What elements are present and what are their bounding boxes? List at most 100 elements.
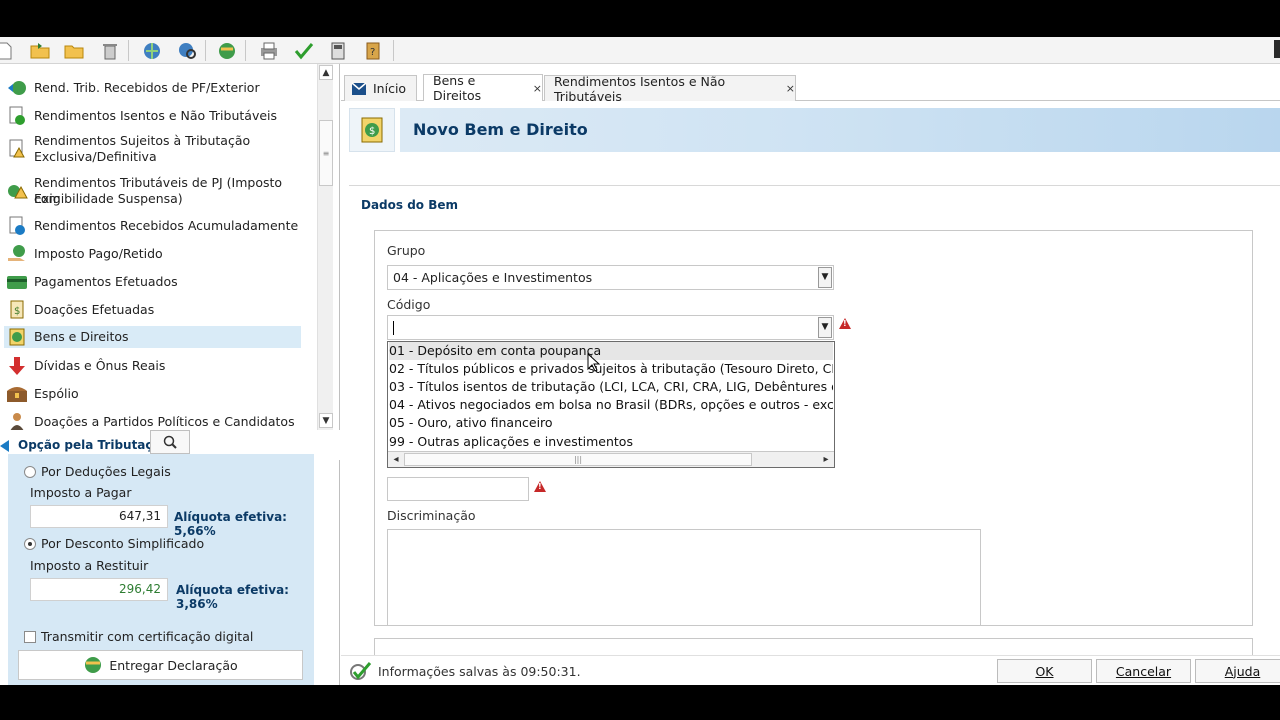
codigo-option[interactable]: 05 - Ouro, ativo financeiro xyxy=(389,414,833,432)
imposto-pagar-value: 647,31 xyxy=(30,505,168,528)
checkbox-box[interactable] xyxy=(24,630,36,643)
save-check-icon xyxy=(350,662,372,680)
sidebar-item-recebidos-acumuladamente[interactable]: Rendimentos Recebidos Acumuladamente xyxy=(4,216,301,236)
tab-bens-direitos[interactable]: Bens e Direitos × xyxy=(423,73,543,103)
sidebar-item-espolio[interactable]: Espólio xyxy=(4,384,301,404)
money-document-icon: $ xyxy=(6,300,28,320)
help-book-icon[interactable]: ? xyxy=(362,40,384,61)
page-title: Novo Bem e Direito xyxy=(413,120,588,139)
globe-transmit-icon[interactable] xyxy=(216,40,238,61)
sidebar-item-doacoes-partidos[interactable]: Doações a Partidos Políticos e Candidato… xyxy=(4,412,301,430)
scroll-thumb[interactable]: ≡ xyxy=(319,120,333,186)
opcao-panel: Por Deduções Legais Imposto a Pagar 647,… xyxy=(8,454,314,685)
status-text: Informações salvas às 09:50:31. xyxy=(378,664,581,679)
sidebar-item-label: Pagamentos Efetuados xyxy=(34,274,178,289)
tab-rendimentos-isentos[interactable]: Rendimentos Isentos e Não Tributáveis × xyxy=(544,73,796,104)
checkmark-icon[interactable] xyxy=(293,40,315,61)
sidebar-item-rendimentos-pj-suspensa[interactable]: Rendimentos Tributáveis de PJ (Imposto c… xyxy=(4,174,301,208)
discriminacao-label: Discriminação xyxy=(387,508,476,523)
globe-refresh-icon[interactable] xyxy=(141,40,163,61)
sidebar-item-label: Bens e Direitos xyxy=(34,329,129,344)
help-button[interactable]: Ajuda xyxy=(1195,659,1280,683)
ok-button[interactable]: OK xyxy=(997,659,1092,683)
folder-icon[interactable] xyxy=(63,40,85,61)
toolbar-grip xyxy=(1274,40,1280,58)
codigo-select[interactable]: ▼ xyxy=(387,315,834,340)
tab-label: Bens e Direitos xyxy=(433,73,482,103)
grupo-select[interactable]: 04 - Aplicações e Investimentos ▼ xyxy=(387,265,834,290)
globe-person-icon xyxy=(6,78,28,98)
main-area: Início Bens e Direitos × Rendimentos Ise… xyxy=(341,64,1280,685)
new-file-icon[interactable] xyxy=(0,40,16,61)
tab-label: Início xyxy=(373,81,407,96)
red-down-arrow-icon xyxy=(6,356,28,376)
open-folder-icon[interactable] xyxy=(29,40,51,61)
checkbox-certificacao-digital[interactable]: Transmitir com certificação digital xyxy=(24,629,253,644)
credit-card-icon xyxy=(6,272,28,292)
sidebar-item-rendimentos-isentos[interactable]: Rendimentos Isentos e Não Tributáveis xyxy=(4,106,301,126)
left-arrow-icon xyxy=(0,440,9,452)
radio-circle[interactable] xyxy=(24,465,36,478)
scroll-up-icon[interactable]: ▲ xyxy=(319,65,333,80)
money-safe-icon xyxy=(6,327,28,347)
scroll-down-icon[interactable]: ▼ xyxy=(319,413,333,428)
codigo-option[interactable]: 02 - Títulos públicos e privados sujeito… xyxy=(389,360,833,378)
aliquota-efetiva-deducoes: Alíquota efetiva: 5,66% xyxy=(174,510,287,538)
discriminacao-textarea[interactable] xyxy=(387,529,981,626)
sidebar-item-label: Rendimentos Recebidos Acumuladamente xyxy=(34,218,299,233)
scroll-left-icon[interactable]: ◂ xyxy=(388,452,404,467)
app-window: ? Rend. Trib. Recebidos de PF/Exterior R… xyxy=(0,37,1280,685)
sidebar-item-pagamentos[interactable]: Pagamentos Efetuados xyxy=(4,272,301,292)
codigo-label: Código xyxy=(387,297,431,312)
chevron-down-icon[interactable]: ▼ xyxy=(818,267,832,288)
codigo-option[interactable]: 03 - Títulos isentos de tributação (LCI,… xyxy=(389,378,833,396)
money-safe-icon: $ xyxy=(349,108,395,152)
scroll-thumb[interactable]: ||| xyxy=(404,453,752,466)
radio-desconto-simplificado[interactable]: Por Desconto Simplificado xyxy=(24,536,204,551)
sidebar-item-label: Rend. Trib. Recebidos de PF/Exterior xyxy=(34,80,260,95)
trash-icon[interactable] xyxy=(99,40,121,61)
sidebar-item-rendimentos-sujeitos[interactable]: Rendimentos Sujeitos à Tributação Exclus… xyxy=(4,132,301,166)
tab-inicio[interactable]: Início xyxy=(344,75,417,101)
dropdown-hscrollbar[interactable]: ◂ ||| ▸ xyxy=(388,451,834,467)
checkbox-label: Transmitir com certificação digital xyxy=(41,629,254,644)
chevron-down-icon[interactable]: ▼ xyxy=(818,317,832,338)
scroll-right-icon[interactable]: ▸ xyxy=(818,452,834,467)
codigo-dropdown-list[interactable]: 01 - Depósito em conta poupança 02 - Tít… xyxy=(387,341,835,468)
svg-text:$: $ xyxy=(369,126,375,137)
sidebar-scrollbar[interactable]: ▲ ≡ ▼ xyxy=(317,64,333,430)
printer-icon[interactable] xyxy=(258,40,280,61)
close-icon[interactable]: × xyxy=(786,82,795,95)
page-banner: $ Novo Bem e Direito xyxy=(349,108,1280,152)
sidebar-item-dividas[interactable]: Dívidas e Ônus Reais xyxy=(4,356,301,376)
radio-deducoes-legais[interactable]: Por Deduções Legais xyxy=(24,464,171,479)
cancel-button[interactable]: Cancelar xyxy=(1096,659,1191,683)
radio-label: Por Deduções Legais xyxy=(41,464,171,479)
document-check-icon xyxy=(6,106,28,126)
sidebar-item-label-line2: Exigibilidade Suspensa) xyxy=(34,191,183,206)
sidebar-item-doacoes-efetuadas[interactable]: $ Doações Efetuadas xyxy=(4,300,301,320)
tab-label: Rendimentos Isentos e Não Tributáveis xyxy=(554,73,726,104)
sidebar-item-label: Doações a Partidos Políticos e Candidato… xyxy=(34,414,295,429)
treasure-chest-icon xyxy=(6,384,28,404)
search-button[interactable] xyxy=(150,430,190,454)
envelope-home-icon xyxy=(351,81,367,95)
dados-bem-box: Grupo 04 - Aplicações e Investimentos ▼ … xyxy=(374,230,1253,626)
radio-circle-selected[interactable] xyxy=(24,537,36,550)
codigo-option[interactable]: 04 - Ativos negociados em bolsa no Brasi… xyxy=(389,396,833,414)
text-caret xyxy=(393,321,394,335)
sidebar-item-bens-direitos[interactable]: Bens e Direitos xyxy=(4,326,301,348)
close-icon[interactable]: × xyxy=(533,82,542,95)
codigo-option[interactable]: 01 - Depósito em conta poupança xyxy=(389,342,833,360)
globe-search-icon[interactable] xyxy=(176,40,198,61)
codigo-option[interactable]: 99 - Outras aplicações e investimentos xyxy=(389,433,833,451)
document-clock-icon xyxy=(6,216,28,236)
search-icon xyxy=(163,435,177,449)
document-warning-icon xyxy=(6,139,28,159)
entregar-declaracao-button[interactable]: Entregar Declaração xyxy=(18,650,303,680)
sidebar-item-imposto-pago[interactable]: Imposto Pago/Retido xyxy=(4,244,301,264)
sidebar-item-rend-trib-pf-exterior[interactable]: Rend. Trib. Recebidos de PF/Exterior xyxy=(4,78,301,98)
localizacao-input[interactable] xyxy=(387,477,529,501)
calculator-icon[interactable] xyxy=(327,40,349,61)
imposto-restituir-label: Imposto a Restituir xyxy=(30,558,149,573)
